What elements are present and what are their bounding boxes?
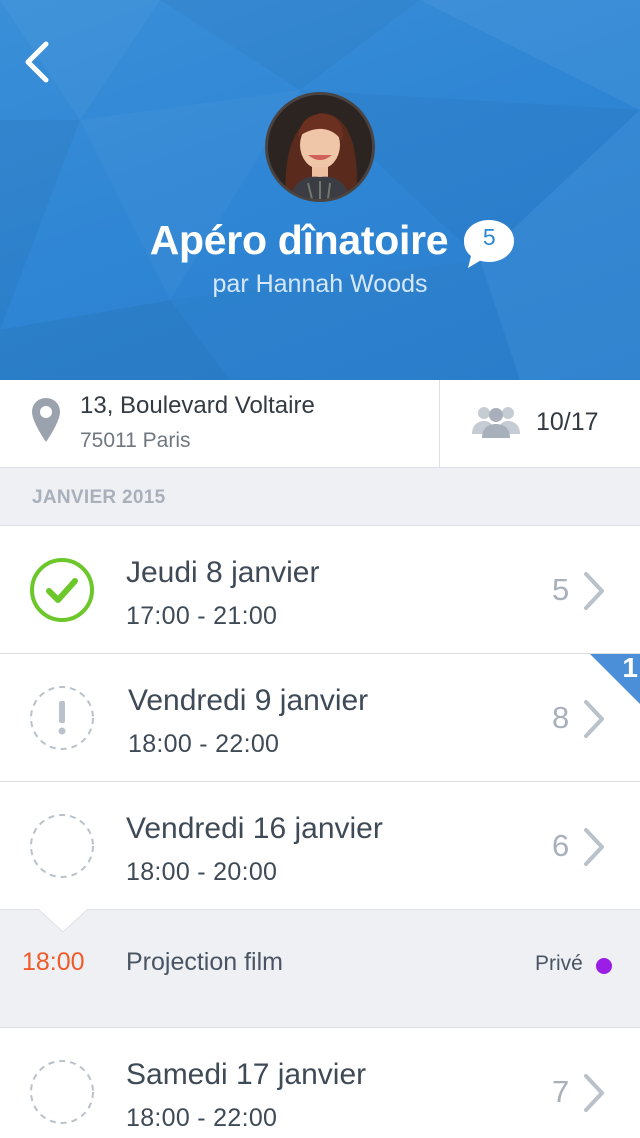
comment-count: 5: [482, 224, 496, 250]
date-time: 18:00 - 20:00: [126, 858, 278, 886]
sub-event-row[interactable]: 18:00 Projection film Privé: [0, 909, 640, 1028]
people-icon: [472, 407, 520, 438]
empty-circle-icon: [30, 814, 94, 878]
attendees-button[interactable]: 10/17: [440, 380, 640, 468]
date-time: 17:00 - 21:00: [126, 602, 278, 630]
date-vote-count: 8: [552, 700, 570, 735]
date-vote-count: 6: [552, 828, 570, 863]
date-title: Jeudi 8 janvier: [126, 556, 320, 589]
map-pin-icon: [32, 398, 60, 442]
avatar-photo: [268, 95, 372, 199]
date-vote-count: 5: [552, 572, 570, 607]
date-title: Vendredi 9 janvier: [128, 684, 369, 717]
date-vote-count: 7: [552, 1074, 570, 1109]
new-comments-count: 1: [622, 654, 638, 683]
sub-event-name[interactable]: Projection film: [126, 948, 283, 977]
chevron-right-icon: [584, 1074, 604, 1112]
exclamation-circle-icon: [30, 686, 94, 750]
address-line-2: 75011 Paris: [80, 429, 191, 452]
date-time: 18:00 - 22:00: [128, 730, 280, 758]
sub-event-time: 18:00: [22, 948, 85, 976]
date-row[interactable]: Vendredi 16 janvier 18:00 - 20:00 6: [0, 782, 640, 910]
attendees-count: 10/17: [536, 408, 599, 436]
chevron-right-icon: [584, 828, 604, 866]
month-section-header: JANVIER 2015: [0, 468, 640, 526]
back-button[interactable]: [18, 38, 62, 86]
date-title: Vendredi 16 janvier: [126, 812, 383, 845]
row-pointer-notch: [38, 909, 88, 933]
address-line-1: 13, Boulevard Voltaire: [80, 392, 315, 419]
comments-button[interactable]: 5: [462, 218, 520, 268]
empty-circle-icon: [30, 1060, 94, 1124]
check-circle-icon: [30, 558, 94, 622]
event-header: Apéro dînatoire 5 par Hannah Woods: [0, 0, 640, 380]
event-title: Apéro dînatoire: [149, 216, 449, 263]
date-title: Samedi 17 janvier: [126, 1058, 367, 1091]
date-row[interactable]: Jeudi 8 janvier 17:00 - 21:00 5: [0, 526, 640, 654]
date-time: 18:00 - 22:00: [126, 1104, 278, 1132]
event-info-bar: 13, Boulevard Voltaire 75011 Paris 10/17: [0, 380, 640, 468]
date-row[interactable]: Vendredi 9 janvier 18:00 - 22:00 8 1: [0, 654, 640, 782]
location-button[interactable]: 13, Boulevard Voltaire 75011 Paris: [0, 380, 440, 468]
chevron-right-icon: [584, 572, 604, 610]
month-section-title: JANVIER 2015: [32, 487, 166, 508]
event-host[interactable]: par Hannah Woods: [0, 270, 640, 299]
title-row: Apéro dînatoire 5: [0, 210, 640, 270]
date-row[interactable]: Samedi 17 janvier 18:00 - 22:00 7: [0, 1028, 640, 1138]
chevron-left-icon: [25, 41, 49, 83]
sub-event-privacy: Privé: [535, 952, 583, 975]
chevron-right-icon: [584, 700, 604, 738]
host-avatar[interactable]: [265, 92, 375, 202]
privacy-dot: [596, 958, 612, 974]
